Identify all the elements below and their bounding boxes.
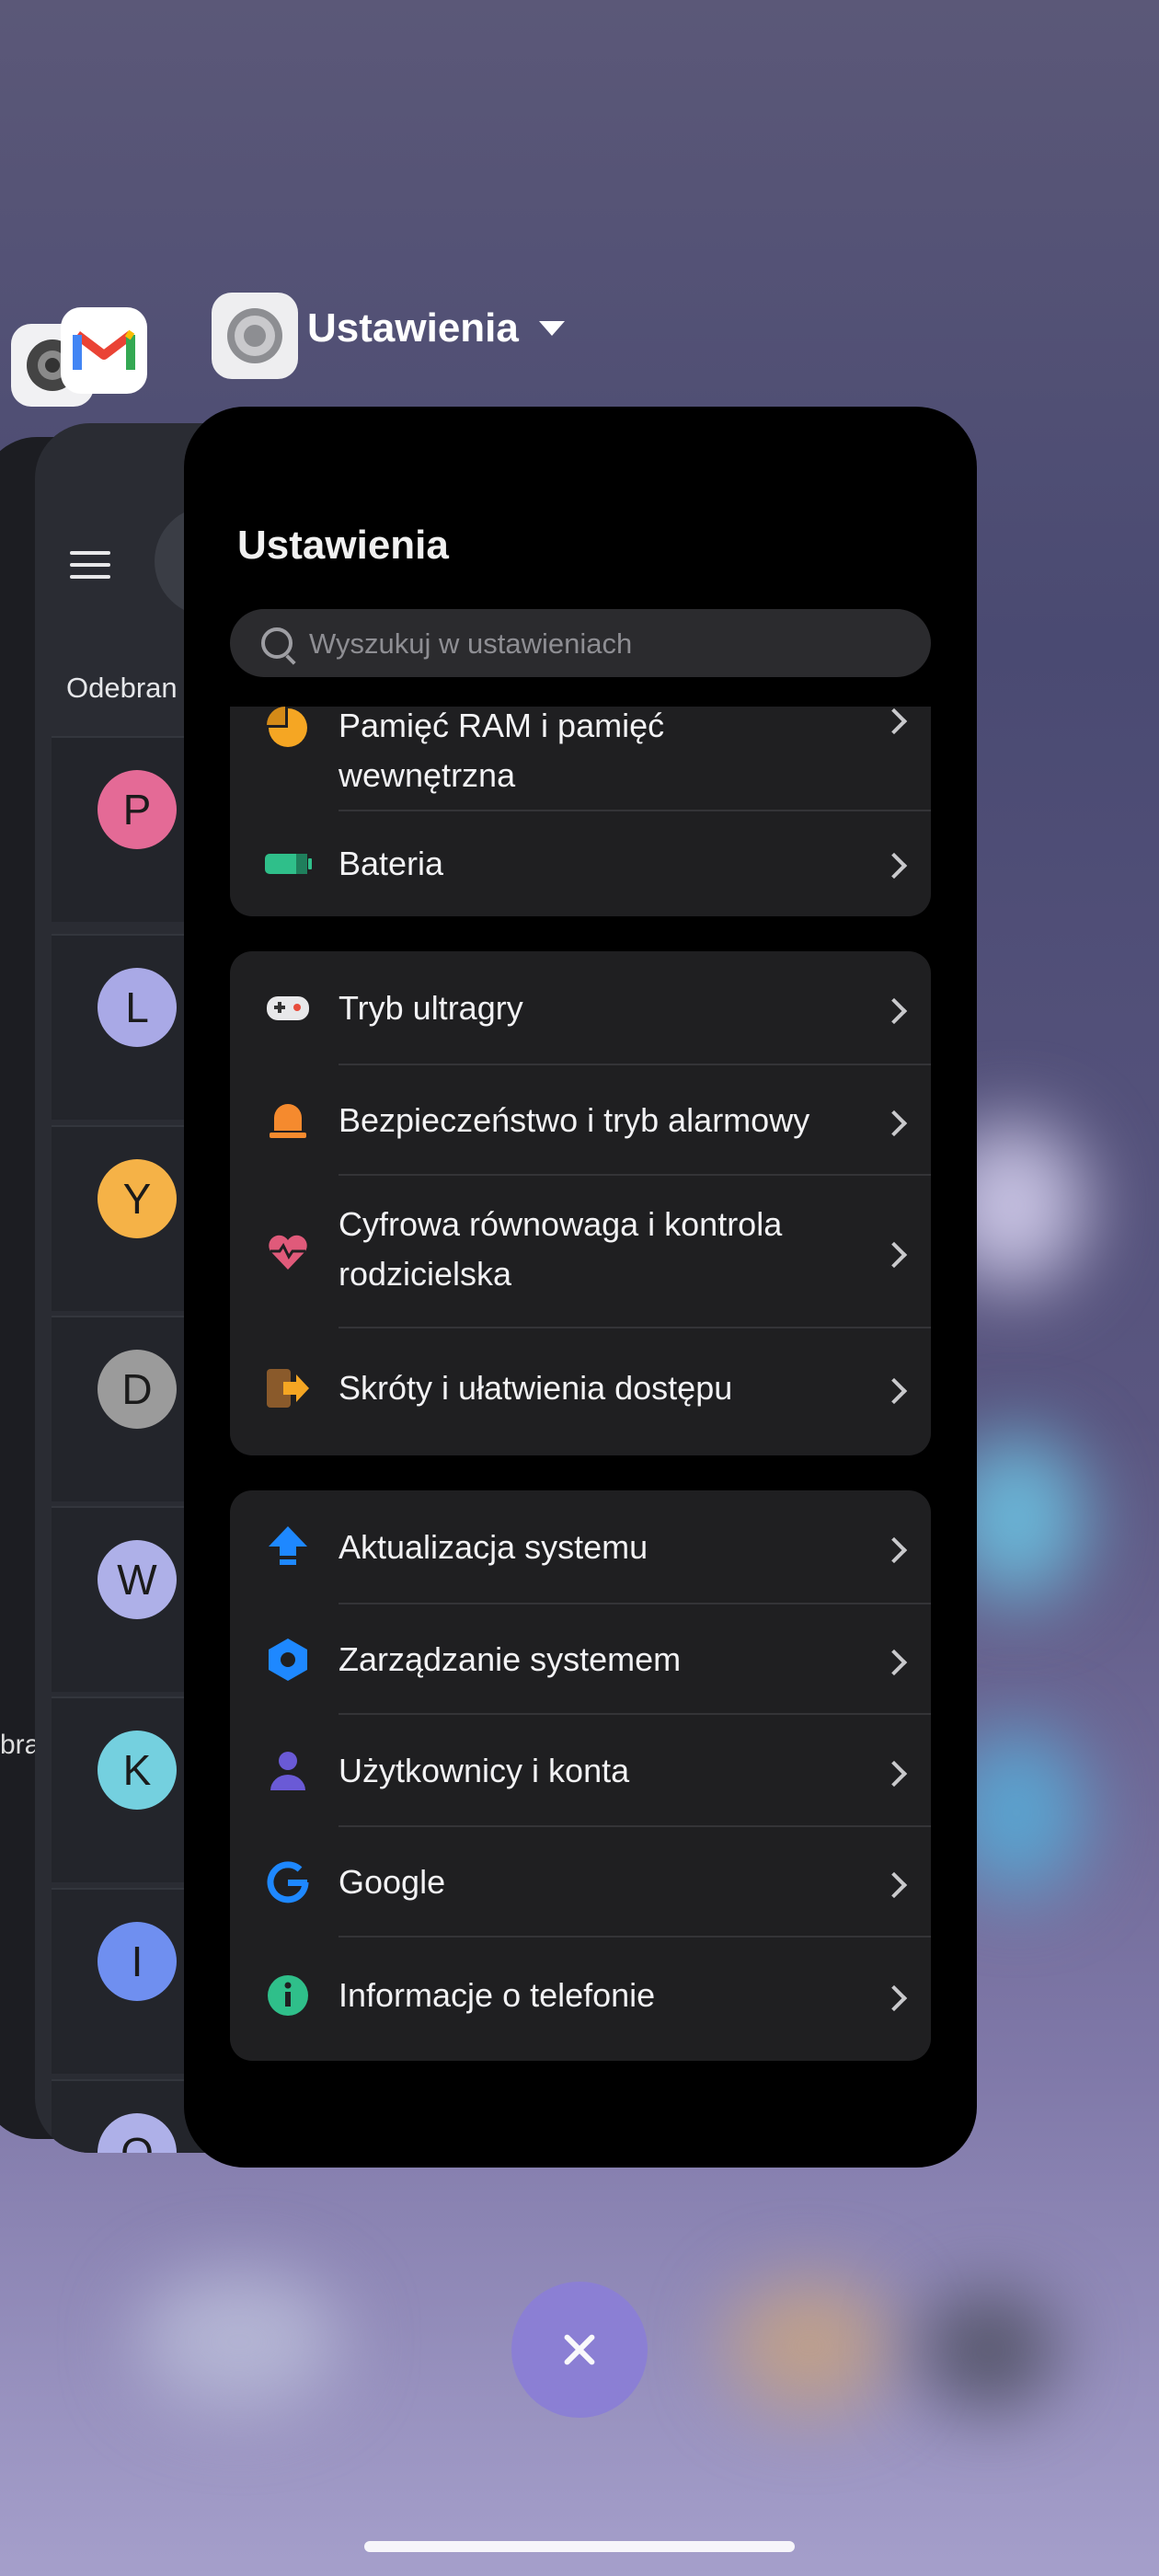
heart-icon <box>265 1229 311 1275</box>
search-placeholder: Wyszukuj w ustawieniach <box>309 627 633 660</box>
avatar: I <box>98 1922 177 2001</box>
settings-app-icon[interactable] <box>212 293 298 379</box>
settings-item-label: Pamięć RAM i pamięć wewnętrzna <box>339 707 665 794</box>
user-icon <box>265 1748 311 1794</box>
settings-item-about-phone[interactable]: Informacje o telefonie <box>230 1938 931 2061</box>
avatar: W <box>98 1540 177 1619</box>
search-input[interactable]: Wyszukuj w ustawieniach <box>230 609 931 677</box>
camera-card-label: bra <box>0 1730 40 1760</box>
avatar: D <box>98 1350 177 1429</box>
avatar: K <box>98 1731 177 1810</box>
settings-item-label: Zarządzanie systemem <box>339 1640 682 1678</box>
avatar: Y <box>98 1159 177 1238</box>
settings-item-label: Skróty i ułatwienia dostępu <box>339 1369 733 1407</box>
google-icon <box>265 1859 311 1905</box>
app-title: Ustawienia <box>307 305 519 351</box>
settings-item-label: Tryb ultragry <box>339 989 523 1027</box>
settings-item-accessibility[interactable]: Skróty i ułatwienia dostępu <box>230 1328 931 1455</box>
avatar: O <box>98 2113 177 2153</box>
info-icon <box>265 1972 311 2018</box>
settings-item-label: Bezpieczeństwo i tryb alarmowy <box>339 1101 810 1139</box>
background-blur <box>727 2282 892 2410</box>
app-title-dropdown[interactable]: Ustawienia <box>307 305 565 351</box>
storage-icon <box>265 707 311 751</box>
settings-item-digital-wellbeing[interactable]: Cyfrowa równowaga i kontrola rodzicielsk… <box>230 1176 931 1328</box>
settings-item-label: Aktualizacja systemu <box>339 1528 648 1566</box>
close-all-button[interactable] <box>511 2282 648 2418</box>
settings-item-label: Cyfrowa równowaga i kontrola rodzicielsk… <box>339 1205 783 1293</box>
background-blur <box>920 2291 1058 2410</box>
gmail-app-icon[interactable] <box>61 307 147 394</box>
alarm-icon <box>265 1098 311 1144</box>
gamepad-icon <box>265 985 311 1031</box>
settings-item-label: Google <box>339 1863 446 1901</box>
settings-group-storage: Pamięć RAM i pamięć wewnętrzna Bateria <box>230 707 931 916</box>
settings-item-system-management[interactable]: Zarządzanie systemem <box>230 1604 931 1715</box>
settings-item-storage[interactable]: Pamięć RAM i pamięć wewnętrzna <box>230 707 931 811</box>
settings-item-system-update[interactable]: Aktualizacja systemu <box>230 1490 931 1604</box>
settings-item-game-mode[interactable]: Tryb ultragry <box>230 951 931 1065</box>
background-blur <box>138 2272 340 2410</box>
avatar: L <box>98 968 177 1047</box>
settings-item-safety[interactable]: Bezpieczeństwo i tryb alarmowy <box>230 1065 931 1176</box>
home-indicator[interactable] <box>364 2541 795 2552</box>
settings-item-google[interactable]: Google <box>230 1827 931 1938</box>
avatar: P <box>98 770 177 849</box>
settings-group-system: Aktualizacja systemu Zarządzanie systeme… <box>230 1490 931 2061</box>
settings-item-label: Bateria <box>339 845 444 882</box>
page-title: Ustawienia <box>237 523 449 568</box>
settings-item-users-accounts[interactable]: Użytkownicy i konta <box>230 1715 931 1827</box>
settings-group-features: Tryb ultragry Bezpieczeństwo i tryb alar… <box>230 951 931 1455</box>
inbox-label: Odebran <box>66 672 178 704</box>
battery-icon <box>265 841 312 887</box>
shortcut-icon <box>265 1365 311 1411</box>
settings-item-battery[interactable]: Bateria <box>230 811 931 916</box>
chevron-down-icon <box>538 321 565 336</box>
settings-recent-card[interactable]: Ustawienia Wyszukuj w ustawieniach Pamię… <box>184 407 977 2168</box>
hexagon-icon <box>265 1637 311 1683</box>
settings-item-label: Informacje o telefonie <box>339 1976 656 2014</box>
update-arrow-icon <box>265 1524 311 1570</box>
search-icon <box>261 627 293 659</box>
menu-icon <box>70 543 110 587</box>
settings-item-label: Użytkownicy i konta <box>339 1752 630 1789</box>
